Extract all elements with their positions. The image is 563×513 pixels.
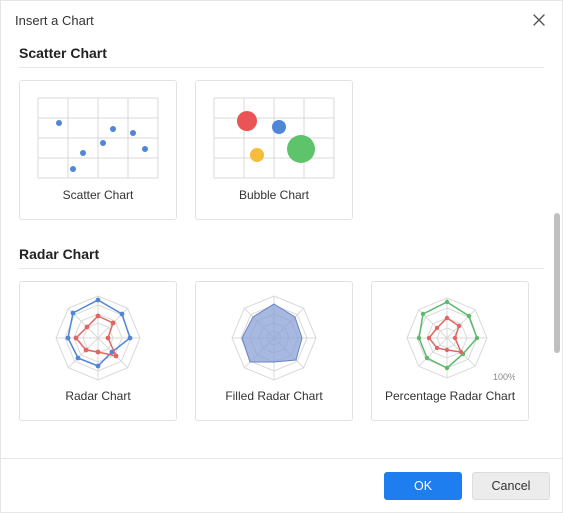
scrollbar[interactable] — [554, 43, 560, 458]
thumb-bubble — [204, 89, 344, 184]
percent-badge: 100% — [493, 372, 515, 382]
card-label: Filled Radar Chart — [225, 389, 322, 403]
card-percentage-radar-chart[interactable]: 100% Percentage Radar Chart — [371, 281, 529, 421]
chart-gallery[interactable]: Scatter Chart — [1, 37, 562, 458]
scatter-row: Scatter Chart — [19, 80, 544, 220]
scrollbar-thumb[interactable] — [554, 213, 560, 353]
card-radar-chart[interactable]: Radar Chart — [19, 281, 177, 421]
card-label: Scatter Chart — [63, 188, 134, 202]
dialog-footer: OK Cancel — [1, 458, 562, 512]
card-scatter-chart[interactable]: Scatter Chart — [19, 80, 177, 220]
card-label: Percentage Radar Chart — [385, 389, 515, 403]
section-title-radar: Radar Chart — [19, 244, 544, 269]
insert-chart-dialog: Insert a Chart Scatter Chart — [0, 0, 563, 513]
card-label: Bubble Chart — [239, 188, 309, 202]
card-label: Radar Chart — [65, 389, 130, 403]
dialog-title: Insert a Chart — [15, 13, 94, 28]
section-title-scatter: Scatter Chart — [19, 43, 544, 68]
thumb-radar — [28, 290, 168, 385]
thumb-scatter — [28, 89, 168, 184]
thumb-percent-radar: 100% — [380, 290, 520, 385]
content-wrap: Scatter Chart — [1, 37, 562, 458]
radar-row: Radar Chart — [19, 281, 544, 421]
card-bubble-chart[interactable]: Bubble Chart — [195, 80, 353, 220]
close-icon — [533, 14, 545, 26]
cancel-button[interactable]: Cancel — [472, 472, 550, 500]
titlebar: Insert a Chart — [1, 1, 562, 37]
thumb-filled-radar — [204, 290, 344, 385]
close-button[interactable] — [530, 11, 548, 29]
ok-button[interactable]: OK — [384, 472, 462, 500]
card-filled-radar-chart[interactable]: Filled Radar Chart — [195, 281, 353, 421]
